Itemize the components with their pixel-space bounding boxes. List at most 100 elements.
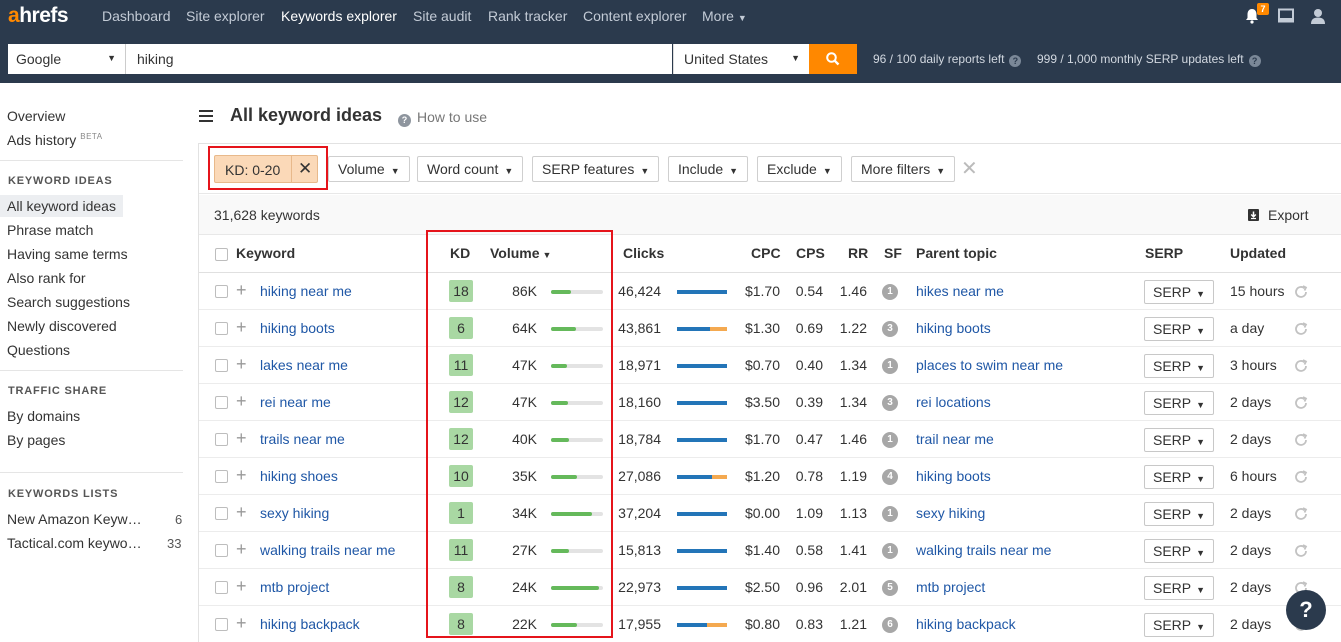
parent-topic-link[interactable]: sexy hiking xyxy=(916,505,985,521)
sidebar-ads-history[interactable]: Ads history BETA xyxy=(7,132,103,148)
clear-filters-icon[interactable]: ✕ xyxy=(961,156,978,181)
refresh-icon[interactable] xyxy=(1293,506,1309,522)
serp-dropdown-button[interactable]: SERP ▼ xyxy=(1144,502,1214,526)
keyword-link[interactable]: hiking boots xyxy=(260,320,335,336)
row-checkbox[interactable] xyxy=(215,285,228,298)
serp-features-count[interactable]: 1 xyxy=(882,506,898,522)
keyword-link[interactable]: hiking backpack xyxy=(260,616,360,632)
nav-site-audit[interactable]: Site audit xyxy=(413,8,471,24)
serp-features-count[interactable]: 5 xyxy=(882,580,898,596)
add-to-list-icon[interactable]: + xyxy=(236,502,247,522)
sidebar-having-same-terms[interactable]: Having same terms xyxy=(7,246,128,262)
serp-features-count[interactable]: 1 xyxy=(882,284,898,300)
help-chat-button[interactable]: ? xyxy=(1286,590,1326,630)
refresh-icon[interactable] xyxy=(1293,543,1309,559)
nav-more[interactable]: More ▼ xyxy=(702,8,747,24)
row-checkbox[interactable] xyxy=(215,581,228,594)
add-to-list-icon[interactable]: + xyxy=(236,354,247,374)
sidebar-questions[interactable]: Questions xyxy=(7,342,70,358)
add-to-list-icon[interactable]: + xyxy=(236,280,247,300)
sidebar-overview[interactable]: Overview xyxy=(7,108,65,124)
serp-features-count[interactable]: 3 xyxy=(882,321,898,337)
keyword-link[interactable]: lakes near me xyxy=(260,357,348,373)
add-to-list-icon[interactable]: + xyxy=(236,317,247,337)
parent-topic-link[interactable]: hiking boots xyxy=(916,320,991,336)
add-to-list-icon[interactable]: + xyxy=(236,428,247,448)
sidebar-list-new-amazon[interactable]: New Amazon Keyw… xyxy=(7,511,142,527)
parent-topic-link[interactable]: mtb project xyxy=(916,579,985,595)
refresh-icon[interactable] xyxy=(1293,469,1309,485)
serp-features-count[interactable]: 3 xyxy=(882,395,898,411)
help-icon[interactable]: ? xyxy=(1009,55,1022,67)
keyword-link[interactable]: sexy hiking xyxy=(260,505,329,521)
parent-topic-link[interactable]: hiking boots xyxy=(916,468,991,484)
nav-rank-tracker[interactable]: Rank tracker xyxy=(488,8,567,24)
refresh-icon[interactable] xyxy=(1293,321,1309,337)
row-checkbox[interactable] xyxy=(215,433,228,446)
serp-features-count[interactable]: 1 xyxy=(882,358,898,374)
serp-dropdown-button[interactable]: SERP ▼ xyxy=(1144,539,1214,563)
country-select[interactable]: United States ▼ xyxy=(673,44,809,74)
serp-features-count[interactable]: 4 xyxy=(882,469,898,485)
add-to-list-icon[interactable]: + xyxy=(236,613,247,633)
col-header-cpc[interactable]: CPC xyxy=(751,245,781,261)
how-to-use-link[interactable]: ? How to use xyxy=(398,109,487,127)
col-header-keyword[interactable]: Keyword xyxy=(236,245,295,261)
ahrefs-logo[interactable]: ahrefs xyxy=(8,4,69,28)
col-header-clicks[interactable]: Clicks xyxy=(623,245,664,261)
serp-dropdown-button[interactable]: SERP ▼ xyxy=(1144,317,1214,341)
parent-topic-link[interactable]: walking trails near me xyxy=(916,542,1051,558)
serp-features-count[interactable]: 1 xyxy=(882,432,898,448)
sidebar-also-rank-for[interactable]: Also rank for xyxy=(7,270,86,286)
add-to-list-icon[interactable]: + xyxy=(236,391,247,411)
parent-topic-link[interactable]: places to swim near me xyxy=(916,357,1063,373)
nav-content-explorer[interactable]: Content explorer xyxy=(583,8,687,24)
row-checkbox[interactable] xyxy=(215,359,228,372)
col-header-updated[interactable]: Updated xyxy=(1230,245,1286,261)
parent-topic-link[interactable]: rei locations xyxy=(916,394,991,410)
refresh-icon[interactable] xyxy=(1293,358,1309,374)
sidebar-by-domains[interactable]: By domains xyxy=(7,408,80,424)
refresh-icon[interactable] xyxy=(1293,395,1309,411)
sidebar-phrase-match[interactable]: Phrase match xyxy=(7,222,93,238)
help-icon[interactable]: ? xyxy=(1248,55,1261,67)
refresh-icon[interactable] xyxy=(1293,432,1309,448)
serp-dropdown-button[interactable]: SERP ▼ xyxy=(1144,576,1214,600)
user-icon[interactable] xyxy=(1309,7,1327,25)
serp-dropdown-button[interactable]: SERP ▼ xyxy=(1144,391,1214,415)
col-header-parent-topic[interactable]: Parent topic xyxy=(916,245,997,261)
row-checkbox[interactable] xyxy=(215,507,228,520)
hamburger-menu-icon[interactable] xyxy=(199,110,213,125)
serp-dropdown-button[interactable]: SERP ▼ xyxy=(1144,613,1214,637)
row-checkbox[interactable] xyxy=(215,544,228,557)
col-header-serp[interactable]: SERP xyxy=(1145,245,1183,261)
keyword-link[interactable]: hiking near me xyxy=(260,283,352,299)
monitor-icon[interactable] xyxy=(1277,7,1295,25)
sidebar-newly-discovered[interactable]: Newly discovered xyxy=(7,318,117,334)
filter-word-count[interactable]: Word count ▼ xyxy=(417,156,524,182)
filter-volume[interactable]: Volume ▼ xyxy=(328,156,410,182)
sidebar-search-suggestions[interactable]: Search suggestions xyxy=(7,294,130,310)
serp-features-count[interactable]: 6 xyxy=(882,617,898,633)
filter-include[interactable]: Include ▼ xyxy=(668,156,749,182)
add-to-list-icon[interactable]: + xyxy=(236,539,247,559)
sidebar-by-pages[interactable]: By pages xyxy=(7,432,65,448)
export-button[interactable]: Export xyxy=(1248,207,1308,223)
parent-topic-link[interactable]: trail near me xyxy=(916,431,994,447)
keyword-link[interactable]: mtb project xyxy=(260,579,329,595)
sidebar-all-keyword-ideas[interactable]: All keyword ideas xyxy=(0,195,123,217)
filter-more-filters[interactable]: More filters ▼ xyxy=(851,156,956,182)
parent-topic-link[interactable]: hiking backpack xyxy=(916,616,1016,632)
col-header-sf[interactable]: SF xyxy=(884,245,902,261)
refresh-icon[interactable] xyxy=(1293,284,1309,300)
keyword-link[interactable]: hiking shoes xyxy=(260,468,338,484)
keyword-link[interactable]: trails near me xyxy=(260,431,345,447)
keyword-link[interactable]: walking trails near me xyxy=(260,542,395,558)
keyword-input[interactable] xyxy=(126,44,672,74)
nav-dashboard[interactable]: Dashboard xyxy=(102,8,171,24)
add-to-list-icon[interactable]: + xyxy=(236,576,247,596)
row-checkbox[interactable] xyxy=(215,396,228,409)
nav-keywords-explorer[interactable]: Keywords explorer xyxy=(281,8,397,24)
serp-dropdown-button[interactable]: SERP ▼ xyxy=(1144,354,1214,378)
filter-exclude[interactable]: Exclude ▼ xyxy=(757,156,842,182)
